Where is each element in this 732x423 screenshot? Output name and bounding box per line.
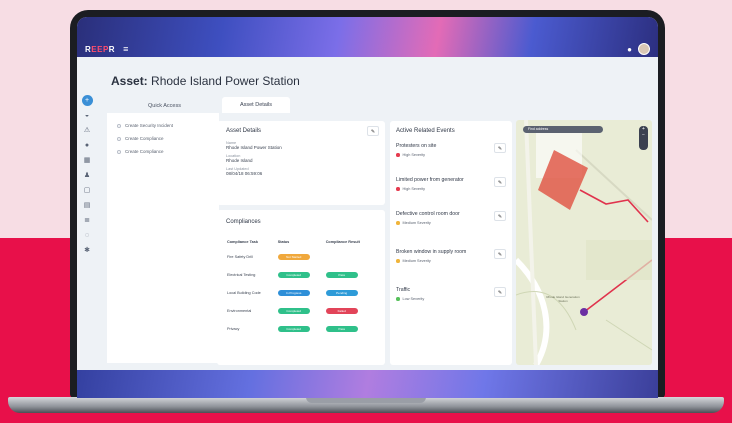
edit-event-button[interactable]: ✎ (494, 249, 506, 259)
quick-item-create-compliance[interactable]: Create Compliance (107, 132, 219, 145)
table-header-row: Compliance Task Status Compliance Result (227, 236, 377, 248)
add-icon[interactable]: + (81, 95, 93, 106)
compliances-card: Compliances Compliance Task Status Compl… (217, 210, 385, 365)
brand-logo[interactable]: REEPR (85, 45, 115, 54)
column-header: Compliance Task (227, 240, 258, 244)
name-value: Rhode Island Power Station (226, 145, 282, 150)
status-badge: Not Started (277, 254, 310, 260)
event-item[interactable]: Traffic Low Severity ✎ (396, 287, 508, 301)
clipboard-icon[interactable]: ▢ (82, 186, 92, 196)
column-header: Compliance Result (325, 240, 360, 244)
sidebar: + ◒ ⚠ ● ▦ ♟ ▢ ▤ ≣ ◌ ✱ (77, 57, 97, 377)
edit-event-button[interactable]: ✎ (494, 177, 506, 187)
edit-asset-button[interactable]: ✎ (367, 126, 379, 136)
tab-asset-details[interactable]: Asset Details (222, 97, 290, 113)
result-badge: Failed (325, 308, 358, 314)
quick-item-create-security-incident[interactable]: Create Security Incident (107, 119, 219, 132)
radio-icon (117, 136, 121, 141)
map-view[interactable]: Find address + − Rhode Island Generation… (516, 120, 652, 365)
radio-icon (117, 123, 121, 128)
warning-icon[interactable]: ⚠ (82, 126, 92, 136)
table-row[interactable]: Local Building Code In Progress Pending (227, 284, 377, 302)
task-cell: Electrical Testing (227, 273, 256, 277)
event-item[interactable]: Defective control room door Medium Sever… (396, 211, 508, 225)
quick-access-panel: Create Security Incident Create Complian… (107, 113, 219, 363)
page-title: Asset: Rhode Island Power Station (111, 74, 300, 88)
avatar[interactable] (638, 43, 650, 55)
radio-icon (117, 149, 121, 154)
app-screen: REEPR ≡ ● + ◒ ⚠ ● ▦ ♟ ▢ ▤ ≣ ◌ ✱ Asset: R… (77, 17, 658, 398)
status-badge: Completed (277, 326, 310, 332)
task-cell: Local Building Code (227, 291, 261, 295)
nav-right: ● (627, 43, 650, 55)
column-header: Status (277, 240, 290, 244)
asset-details-card: Asset Details ✎ Name Rhode Island Power … (217, 121, 385, 205)
location-value: Rhode Island (226, 158, 253, 163)
result-badge: Pending (325, 290, 358, 296)
status-badge: In Progress (277, 290, 310, 296)
compliance-table: Compliance Task Status Compliance Result… (227, 236, 377, 338)
navbar: REEPR ≡ ● (77, 41, 658, 57)
severity-dot-icon (396, 297, 400, 301)
events-card: Active Related Events Protesters on site… (390, 121, 512, 365)
table-row[interactable]: Fire Safety Drill Not Started (227, 248, 377, 266)
table-row[interactable]: Electrical Testing Completed Pass (227, 266, 377, 284)
bell-icon[interactable]: ● (627, 45, 632, 54)
edit-event-button[interactable]: ✎ (494, 143, 506, 153)
document-icon[interactable]: ▤ (82, 201, 92, 211)
people-icon[interactable]: ♟ (82, 171, 92, 181)
task-cell: Privacy (227, 327, 240, 331)
edit-event-button[interactable]: ✎ (494, 287, 506, 297)
map-site-label: Rhode Island Generation Station (546, 295, 580, 303)
task-cell: Fire Safety Drill (227, 255, 253, 259)
events-title: Active Related Events (396, 128, 455, 134)
status-badge: Completed (277, 308, 310, 314)
zoom-out-button[interactable]: − (639, 132, 648, 138)
shield-icon[interactable]: ◒ (82, 111, 92, 121)
settings-icon[interactable]: ✱ (82, 246, 92, 256)
quick-access-heading: Quick Access (147, 103, 181, 109)
footer-banner (77, 370, 658, 398)
status-badge: Completed (277, 272, 310, 278)
event-item[interactable]: Broken window in supply room Medium Seve… (396, 249, 508, 263)
zoom-controls: + − (639, 126, 648, 150)
edit-event-button[interactable]: ✎ (494, 211, 506, 221)
map-search-input[interactable]: Find address (523, 126, 603, 133)
building-icon[interactable]: ▦ (82, 156, 92, 166)
severity-dot-icon (396, 259, 400, 263)
location-icon[interactable]: ● (82, 141, 92, 151)
map-graphic (516, 120, 652, 365)
hamburger-menu-icon[interactable]: ≡ (123, 44, 128, 54)
help-icon[interactable]: ◌ (82, 231, 92, 241)
last-updated-value: 08/04/18 06:59:06 (226, 171, 263, 176)
severity-dot-icon (396, 221, 400, 225)
table-row[interactable]: Privacy Completed Pass (227, 320, 377, 338)
compliances-title: Compliances (226, 219, 261, 225)
result-badge: Pass (325, 326, 358, 332)
table-row[interactable]: Environmental Completed Failed (227, 302, 377, 320)
list-icon[interactable]: ≣ (82, 216, 92, 226)
quick-item-create-compliance-2[interactable]: Create Compliance (107, 145, 219, 158)
event-item[interactable]: Limited power from generator High Severi… (396, 177, 508, 191)
result-badge: Pass (325, 272, 358, 278)
event-item[interactable]: Protesters on site High Severity ✎ (396, 143, 508, 157)
asset-details-title: Asset Details (226, 128, 262, 134)
task-cell: Environmental (227, 309, 252, 313)
severity-dot-icon (396, 153, 400, 157)
top-banner: REEPR ≡ ● (77, 17, 658, 57)
severity-dot-icon (396, 187, 400, 191)
